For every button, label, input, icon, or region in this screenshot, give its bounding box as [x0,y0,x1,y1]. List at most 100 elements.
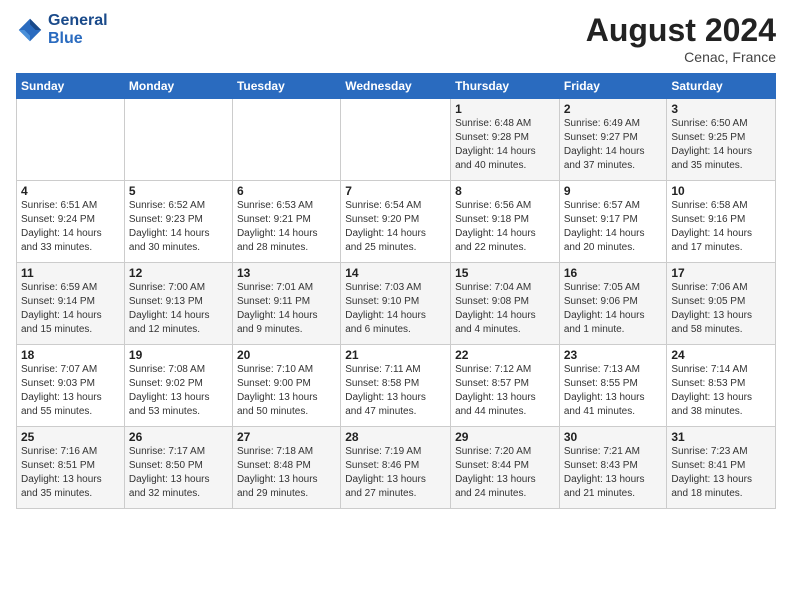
day-info: Sunrise: 6:51 AM Sunset: 9:24 PM Dayligh… [21,199,120,255]
day-cell-2: 2Sunrise: 6:49 AM Sunset: 9:27 PM Daylig… [559,99,667,181]
day-number: 28 [345,430,446,444]
day-info: Sunrise: 7:10 AM Sunset: 9:00 PM Dayligh… [237,363,336,419]
day-cell-29: 29Sunrise: 7:20 AM Sunset: 8:44 PM Dayli… [451,427,560,509]
day-info: Sunrise: 7:08 AM Sunset: 9:02 PM Dayligh… [129,363,228,419]
day-info: Sunrise: 7:11 AM Sunset: 8:58 PM Dayligh… [345,363,446,419]
day-info: Sunrise: 6:57 AM Sunset: 9:17 PM Dayligh… [564,199,663,255]
day-number: 9 [564,184,663,198]
weekday-header-monday: Monday [124,74,232,99]
day-number: 26 [129,430,228,444]
day-number: 1 [455,102,555,116]
day-info: Sunrise: 7:19 AM Sunset: 8:46 PM Dayligh… [345,445,446,501]
week-row-5: 25Sunrise: 7:16 AM Sunset: 8:51 PM Dayli… [17,427,776,509]
calendar: SundayMondayTuesdayWednesdayThursdayFrid… [16,73,776,509]
day-cell-7: 7Sunrise: 6:54 AM Sunset: 9:20 PM Daylig… [341,181,451,263]
day-cell-18: 18Sunrise: 7:07 AM Sunset: 9:03 PM Dayli… [17,345,125,427]
day-cell-26: 26Sunrise: 7:17 AM Sunset: 8:50 PM Dayli… [124,427,232,509]
day-info: Sunrise: 6:59 AM Sunset: 9:14 PM Dayligh… [21,281,120,337]
weekday-header-tuesday: Tuesday [232,74,340,99]
day-cell-15: 15Sunrise: 7:04 AM Sunset: 9:08 PM Dayli… [451,263,560,345]
day-cell-10: 10Sunrise: 6:58 AM Sunset: 9:16 PM Dayli… [667,181,776,263]
title-block: August 2024 Cenac, France [586,12,776,65]
day-info: Sunrise: 6:53 AM Sunset: 9:21 PM Dayligh… [237,199,336,255]
day-cell-13: 13Sunrise: 7:01 AM Sunset: 9:11 PM Dayli… [232,263,340,345]
day-info: Sunrise: 7:20 AM Sunset: 8:44 PM Dayligh… [455,445,555,501]
weekday-header-friday: Friday [559,74,667,99]
day-info: Sunrise: 7:12 AM Sunset: 8:57 PM Dayligh… [455,363,555,419]
day-info: Sunrise: 7:16 AM Sunset: 8:51 PM Dayligh… [21,445,120,501]
day-info: Sunrise: 7:17 AM Sunset: 8:50 PM Dayligh… [129,445,228,501]
day-info: Sunrise: 6:58 AM Sunset: 9:16 PM Dayligh… [671,199,771,255]
day-info: Sunrise: 7:00 AM Sunset: 9:13 PM Dayligh… [129,281,228,337]
day-number: 22 [455,348,555,362]
day-number: 8 [455,184,555,198]
day-cell-31: 31Sunrise: 7:23 AM Sunset: 8:41 PM Dayli… [667,427,776,509]
day-cell-empty-1 [124,99,232,181]
day-cell-empty-0 [17,99,125,181]
day-info: Sunrise: 7:01 AM Sunset: 9:11 PM Dayligh… [237,281,336,337]
day-info: Sunrise: 6:52 AM Sunset: 9:23 PM Dayligh… [129,199,228,255]
day-cell-8: 8Sunrise: 6:56 AM Sunset: 9:18 PM Daylig… [451,181,560,263]
day-number: 21 [345,348,446,362]
day-info: Sunrise: 7:07 AM Sunset: 9:03 PM Dayligh… [21,363,120,419]
day-cell-19: 19Sunrise: 7:08 AM Sunset: 9:02 PM Dayli… [124,345,232,427]
day-info: Sunrise: 7:21 AM Sunset: 8:43 PM Dayligh… [564,445,663,501]
day-info: Sunrise: 7:04 AM Sunset: 9:08 PM Dayligh… [455,281,555,337]
day-cell-empty-2 [232,99,340,181]
day-number: 7 [345,184,446,198]
day-number: 4 [21,184,120,198]
day-info: Sunrise: 7:23 AM Sunset: 8:41 PM Dayligh… [671,445,771,501]
weekday-header-thursday: Thursday [451,74,560,99]
day-number: 18 [21,348,120,362]
day-info: Sunrise: 6:49 AM Sunset: 9:27 PM Dayligh… [564,117,663,173]
day-number: 23 [564,348,663,362]
day-cell-21: 21Sunrise: 7:11 AM Sunset: 8:58 PM Dayli… [341,345,451,427]
day-info: Sunrise: 7:05 AM Sunset: 9:06 PM Dayligh… [564,281,663,337]
day-cell-11: 11Sunrise: 6:59 AM Sunset: 9:14 PM Dayli… [17,263,125,345]
day-number: 14 [345,266,446,280]
header: General Blue August 2024 Cenac, France [16,12,776,65]
day-number: 5 [129,184,228,198]
day-cell-16: 16Sunrise: 7:05 AM Sunset: 9:06 PM Dayli… [559,263,667,345]
day-number: 2 [564,102,663,116]
day-number: 25 [21,430,120,444]
day-number: 16 [564,266,663,280]
day-info: Sunrise: 7:13 AM Sunset: 8:55 PM Dayligh… [564,363,663,419]
week-row-4: 18Sunrise: 7:07 AM Sunset: 9:03 PM Dayli… [17,345,776,427]
page: General Blue August 2024 Cenac, France S… [0,0,792,612]
day-info: Sunrise: 6:54 AM Sunset: 9:20 PM Dayligh… [345,199,446,255]
day-number: 30 [564,430,663,444]
day-number: 19 [129,348,228,362]
day-cell-25: 25Sunrise: 7:16 AM Sunset: 8:51 PM Dayli… [17,427,125,509]
day-cell-22: 22Sunrise: 7:12 AM Sunset: 8:57 PM Dayli… [451,345,560,427]
day-info: Sunrise: 6:50 AM Sunset: 9:25 PM Dayligh… [671,117,771,173]
day-info: Sunrise: 7:06 AM Sunset: 9:05 PM Dayligh… [671,281,771,337]
weekday-header-row: SundayMondayTuesdayWednesdayThursdayFrid… [17,74,776,99]
weekday-header-wednesday: Wednesday [341,74,451,99]
day-number: 29 [455,430,555,444]
day-cell-12: 12Sunrise: 7:00 AM Sunset: 9:13 PM Dayli… [124,263,232,345]
weekday-header-sunday: Sunday [17,74,125,99]
week-row-3: 11Sunrise: 6:59 AM Sunset: 9:14 PM Dayli… [17,263,776,345]
day-cell-24: 24Sunrise: 7:14 AM Sunset: 8:53 PM Dayli… [667,345,776,427]
location: Cenac, France [586,49,776,65]
week-row-1: 1Sunrise: 6:48 AM Sunset: 9:28 PM Daylig… [17,99,776,181]
day-number: 31 [671,430,771,444]
weekday-header-saturday: Saturday [667,74,776,99]
week-row-2: 4Sunrise: 6:51 AM Sunset: 9:24 PM Daylig… [17,181,776,263]
day-number: 11 [21,266,120,280]
day-number: 27 [237,430,336,444]
day-cell-30: 30Sunrise: 7:21 AM Sunset: 8:43 PM Dayli… [559,427,667,509]
day-number: 12 [129,266,228,280]
day-cell-6: 6Sunrise: 6:53 AM Sunset: 9:21 PM Daylig… [232,181,340,263]
day-number: 10 [671,184,771,198]
day-info: Sunrise: 7:03 AM Sunset: 9:10 PM Dayligh… [345,281,446,337]
day-cell-1: 1Sunrise: 6:48 AM Sunset: 9:28 PM Daylig… [451,99,560,181]
day-number: 24 [671,348,771,362]
day-cell-14: 14Sunrise: 7:03 AM Sunset: 9:10 PM Dayli… [341,263,451,345]
day-info: Sunrise: 7:18 AM Sunset: 8:48 PM Dayligh… [237,445,336,501]
day-cell-5: 5Sunrise: 6:52 AM Sunset: 9:23 PM Daylig… [124,181,232,263]
logo: General Blue [16,12,108,47]
day-info: Sunrise: 7:14 AM Sunset: 8:53 PM Dayligh… [671,363,771,419]
day-cell-9: 9Sunrise: 6:57 AM Sunset: 9:17 PM Daylig… [559,181,667,263]
